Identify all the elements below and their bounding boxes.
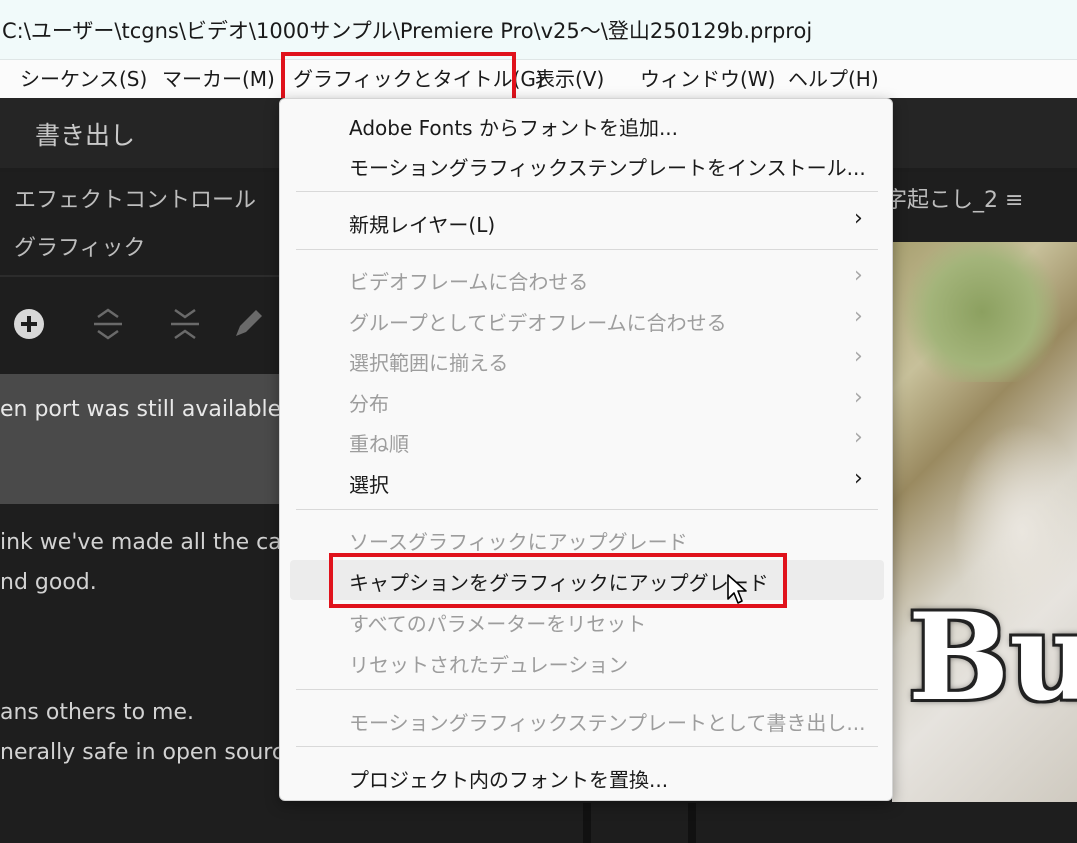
menu-separator (296, 191, 878, 192)
panel-divider (0, 275, 300, 277)
submenu-chevron-icon: › (854, 385, 863, 410)
panel-divider (583, 803, 591, 843)
caption-overlay-text: Bu (908, 587, 1077, 728)
menu-item-arrange[interactable]: 重ね順 (349, 428, 409, 457)
window-titlebar: C:\ユーザー\tcgns\ビデオ\1000サンプル\Premiere Pro\… (0, 0, 1077, 60)
menu-item-align-to-selection[interactable]: 選択範囲に揃える (349, 347, 508, 376)
menu-item-add-adobe-fonts[interactable]: Adobe Fonts からフォントを追加... (349, 112, 678, 141)
caption-line[interactable]: ans others to me. (0, 700, 194, 725)
mouse-cursor-icon (727, 574, 747, 604)
project-path: C:\ユーザー\tcgns\ビデオ\1000サンプル\Premiere Pro\… (2, 19, 813, 43)
submenu-chevron-icon: › (854, 425, 863, 450)
export-tab[interactable]: 書き出し (35, 116, 135, 152)
menu-separator (296, 249, 878, 250)
selected-caption-row[interactable] (0, 374, 300, 504)
menu-help[interactable]: ヘルプ(H) (788, 60, 879, 98)
menu-sequence[interactable]: シーケンス(S) (20, 60, 147, 98)
submenu-chevron-icon: › (854, 304, 863, 329)
menu-separator (296, 746, 878, 747)
submenu-chevron-icon: › (854, 263, 863, 288)
menu-item-upgrade-to-source-graphic[interactable]: ソースグラフィックにアップグレード (349, 526, 688, 555)
menu-item-distribute[interactable]: 分布 (349, 388, 389, 417)
menu-item-reset-duration[interactable]: リセットされたデュレーション (349, 649, 628, 678)
tab-effect-controls[interactable]: エフェクトコントロール (14, 182, 256, 214)
split-vertical-icon[interactable] (167, 306, 203, 342)
menu-item-select[interactable]: 選択 (349, 469, 389, 498)
panel-divider (688, 803, 696, 843)
menu-item-export-as-mogrt[interactable]: モーショングラフィックステンプレートとして書き出し... (349, 707, 865, 736)
menu-item-highlight-box (329, 553, 787, 608)
menu-item-fit-to-frame[interactable]: ビデオフレームに合わせる (349, 266, 588, 295)
submenu-chevron-icon: › (854, 466, 863, 491)
menu-item-fit-group-to-frame[interactable]: グループとしてビデオフレームに合わせる (349, 307, 727, 336)
menu-view[interactable]: 表示(V) (535, 60, 604, 98)
caption-line[interactable]: ink we've made all the carg (0, 530, 304, 555)
menu-marker[interactable]: マーカー(M) (162, 60, 275, 98)
pencil-icon[interactable] (230, 306, 266, 342)
menu-bar: シーケンス(S) マーカー(M) グラフィックとタイトル(G) 表示(V) ウィ… (0, 60, 1077, 98)
submenu-chevron-icon: › (854, 344, 863, 369)
caption-line[interactable]: nd good. (0, 570, 97, 595)
tab-transcript[interactable]: 字起こし_2 ≡ (885, 182, 1023, 214)
video-preview: Bu (892, 242, 1077, 802)
menu-separator (296, 509, 878, 510)
effect-controls-panel: エフェクトコントロール グラフィック en port was still ava… (0, 172, 304, 843)
submenu-chevron-icon: › (854, 206, 863, 231)
menu-separator (296, 689, 878, 690)
section-graphics: グラフィック (14, 236, 146, 261)
add-circle-icon[interactable] (12, 306, 48, 342)
menu-window[interactable]: ウィンドウ(W) (640, 60, 775, 98)
graphics-and-titles-menu: Adobe Fonts からフォントを追加... モーショングラフィックステンプ… (279, 98, 893, 801)
menu-item-reset-all-parameters[interactable]: すべてのパラメーターをリセット (349, 608, 646, 637)
caption-line[interactable]: nerally safe in open source (0, 740, 297, 765)
align-vertical-center-icon[interactable] (90, 306, 126, 342)
caption-line[interactable]: en port was still available. (0, 397, 288, 422)
menu-item-install-mogrt[interactable]: モーショングラフィックステンプレートをインストール... (349, 152, 866, 181)
menu-item-replace-fonts[interactable]: プロジェクト内のフォントを置換... (349, 764, 668, 793)
menu-item-new-layer[interactable]: 新規レイヤー(L) (349, 209, 495, 238)
